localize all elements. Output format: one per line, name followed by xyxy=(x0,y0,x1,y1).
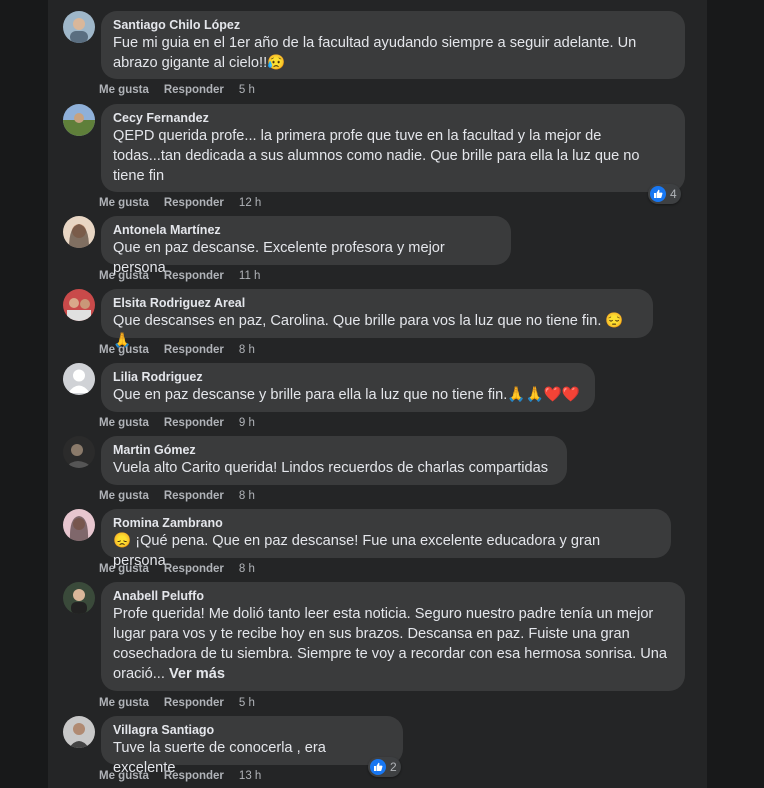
like-button[interactable]: Me gusta xyxy=(99,489,149,503)
reply-button[interactable]: Responder xyxy=(164,562,224,576)
reply-button[interactable]: Responder xyxy=(164,696,224,710)
like-button[interactable]: Me gusta xyxy=(99,562,149,576)
comment-timestamp[interactable]: 8 h xyxy=(239,562,255,576)
reply-button[interactable]: Responder xyxy=(164,769,224,783)
comment-actions: Me gusta Responder 5 h xyxy=(99,83,270,97)
like-button[interactable]: Me gusta xyxy=(99,196,149,210)
comment-bubble: Martin Gómez Vuela alto Carito querida! … xyxy=(101,436,567,485)
comment-bubble: Santiago Chilo López Fue mi guia en el 1… xyxy=(101,11,685,79)
see-more-link[interactable]: Ver más xyxy=(169,666,225,682)
like-button[interactable]: Me gusta xyxy=(99,769,149,783)
comment-bubble: Anabell Peluffo Profe querida! Me dolió … xyxy=(101,582,685,691)
comment-text: QEPD querida profe... la primera profe q… xyxy=(113,128,640,184)
comment-text: Fue mi guia en el 1er año de la facultad… xyxy=(113,35,637,71)
like-button[interactable]: Me gusta xyxy=(99,343,149,357)
comment-actions: Me gusta Responder 8 h xyxy=(99,343,270,357)
thumbs-up-icon xyxy=(650,186,666,202)
comment-author[interactable]: Cecy Fernandez xyxy=(113,110,673,126)
comment-author[interactable]: Santiago Chilo López xyxy=(113,17,673,33)
comment-bubble: Villagra Santiago Tuve la suerte de cono… xyxy=(101,716,403,776)
comment-actions: Me gusta Responder 13 h xyxy=(99,769,276,783)
comment-timestamp[interactable]: 5 h xyxy=(239,696,255,710)
reply-button[interactable]: Responder xyxy=(164,489,224,503)
comment-actions: Me gusta Responder 9 h xyxy=(99,416,270,430)
comment-actions: Me gusta Responder 5 h xyxy=(99,696,270,710)
comment-text: Profe querida! Me dolió tanto leer esta … xyxy=(113,606,668,682)
reaction-count[interactable]: 4 xyxy=(648,184,681,204)
comment-timestamp[interactable]: 13 h xyxy=(239,769,261,783)
avatar[interactable] xyxy=(63,582,95,614)
reply-button[interactable]: Responder xyxy=(164,269,224,283)
comment-author[interactable]: Martin Gómez xyxy=(113,442,555,458)
reply-button[interactable]: Responder xyxy=(164,83,224,97)
comment-bubble: Romina Zambrano 😞 ¡Qué pena. Que en paz … xyxy=(101,509,671,569)
comment-bubble: Antonela Martínez Que en paz descanse. E… xyxy=(101,216,511,276)
reaction-count[interactable]: 2 xyxy=(368,757,401,777)
thumbs-up-icon xyxy=(370,759,386,775)
comment-actions: Me gusta Responder 8 h xyxy=(99,489,270,503)
comment-text: Que en paz descanse y brille para ella l… xyxy=(113,387,580,403)
comment-timestamp[interactable]: 8 h xyxy=(239,489,255,503)
comment-text: Vuela alto Carito querida! Lindos recuer… xyxy=(113,460,549,476)
like-button[interactable]: Me gusta xyxy=(99,696,149,710)
comment-author[interactable]: Antonela Martínez xyxy=(113,222,499,238)
comment-author[interactable]: Villagra Santiago xyxy=(113,722,391,738)
avatar[interactable] xyxy=(63,11,95,43)
comment-bubble: Elsita Rodriguez Areal Que descanses en … xyxy=(101,289,653,349)
comment-bubble: Cecy Fernandez QEPD querida profe... la … xyxy=(101,104,685,192)
reaction-count-label: 4 xyxy=(670,187,677,201)
reply-button[interactable]: Responder xyxy=(164,343,224,357)
reaction-count-label: 2 xyxy=(390,760,397,774)
comment-author[interactable]: Romina Zambrano xyxy=(113,515,659,531)
like-button[interactable]: Me gusta xyxy=(99,83,149,97)
reply-button[interactable]: Responder xyxy=(164,196,224,210)
comment-actions: Me gusta Responder 8 h xyxy=(99,562,270,576)
reply-button[interactable]: Responder xyxy=(164,416,224,430)
avatar[interactable] xyxy=(63,216,95,248)
comments-panel: Santiago Chilo López Fue mi guia en el 1… xyxy=(48,0,707,788)
comment-timestamp[interactable]: 8 h xyxy=(239,343,255,357)
comment-actions: Me gusta Responder 12 h xyxy=(99,196,276,210)
comment-author[interactable]: Anabell Peluffo xyxy=(113,588,673,604)
like-button[interactable]: Me gusta xyxy=(99,416,149,430)
like-button[interactable]: Me gusta xyxy=(99,269,149,283)
comment-actions: Me gusta Responder 11 h xyxy=(99,269,275,283)
comment-timestamp[interactable]: 12 h xyxy=(239,196,261,210)
comment-bubble: Lilia Rodriguez Que en paz descanse y br… xyxy=(101,363,595,412)
avatar[interactable] xyxy=(63,436,95,468)
comment-timestamp[interactable]: 9 h xyxy=(239,416,255,430)
avatar[interactable] xyxy=(63,509,95,541)
comment-author[interactable]: Elsita Rodriguez Areal xyxy=(113,295,641,311)
comment-author[interactable]: Lilia Rodriguez xyxy=(113,369,583,385)
avatar[interactable] xyxy=(63,289,95,321)
avatar[interactable] xyxy=(63,716,95,748)
avatar[interactable] xyxy=(63,363,95,395)
avatar[interactable] xyxy=(63,104,95,136)
comment-timestamp[interactable]: 5 h xyxy=(239,83,255,97)
comment-timestamp[interactable]: 11 h xyxy=(239,269,261,283)
